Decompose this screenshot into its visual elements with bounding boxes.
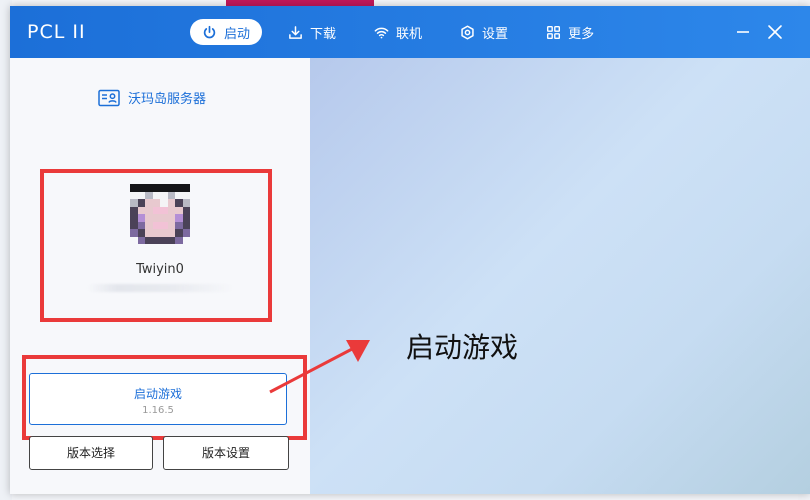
nav-more[interactable]: 更多	[534, 19, 606, 45]
settings-icon	[461, 24, 474, 40]
app-title: PCL II	[27, 21, 86, 43]
background-area	[310, 58, 810, 494]
launch-game-button[interactable]: 启动游戏 1.16.5	[29, 373, 287, 425]
server-link[interactable]: 沃玛岛服务器	[98, 88, 206, 107]
blurred-account-info	[88, 284, 233, 292]
launch-game-version: 1.16.5	[142, 405, 174, 416]
version-settings-button[interactable]: 版本设置	[163, 436, 289, 470]
launcher-window: PCL II 启动 下载 联机 设置 更多 沃玛岛服务器 Twiyin0 启动游…	[10, 6, 810, 494]
close-icon	[768, 25, 782, 39]
nav-download[interactable]: 下载	[276, 19, 348, 45]
nav-download-label: 下载	[310, 26, 337, 42]
annotation-label: 启动游戏	[406, 331, 519, 364]
nav-multiplayer-label: 联机	[396, 26, 423, 42]
grid-icon	[547, 25, 561, 39]
player-username: Twiyin0	[136, 262, 184, 277]
nav-launch-label: 启动	[224, 26, 251, 42]
launch-game-label: 启动游戏	[133, 387, 182, 401]
player-avatar[interactable]	[130, 184, 190, 244]
launch-sidebar: 沃玛岛服务器 Twiyin0 启动游戏 1.16.5 版本选择 版本设置	[10, 58, 310, 494]
nav-multiplayer[interactable]: 联机	[362, 19, 434, 45]
top-nav: 启动 下载 联机 设置 更多	[190, 19, 620, 45]
nav-settings[interactable]: 设置	[448, 19, 520, 45]
nav-launch[interactable]: 启动	[190, 19, 263, 45]
minimize-button[interactable]	[733, 22, 753, 42]
minimize-icon	[737, 31, 749, 33]
annotation-arrow-icon	[269, 340, 370, 394]
title-bar[interactable]: PCL II 启动 下载 联机 设置 更多	[10, 6, 810, 58]
wifi-icon	[374, 27, 389, 38]
close-button[interactable]	[765, 22, 785, 42]
version-select-button[interactable]: 版本选择	[29, 436, 153, 470]
server-name: 沃玛岛服务器	[128, 92, 207, 107]
power-icon	[203, 25, 216, 38]
nav-more-label: 更多	[568, 26, 595, 42]
server-card-icon	[98, 89, 120, 106]
download-icon	[289, 25, 302, 39]
nav-settings-label: 设置	[482, 26, 509, 42]
